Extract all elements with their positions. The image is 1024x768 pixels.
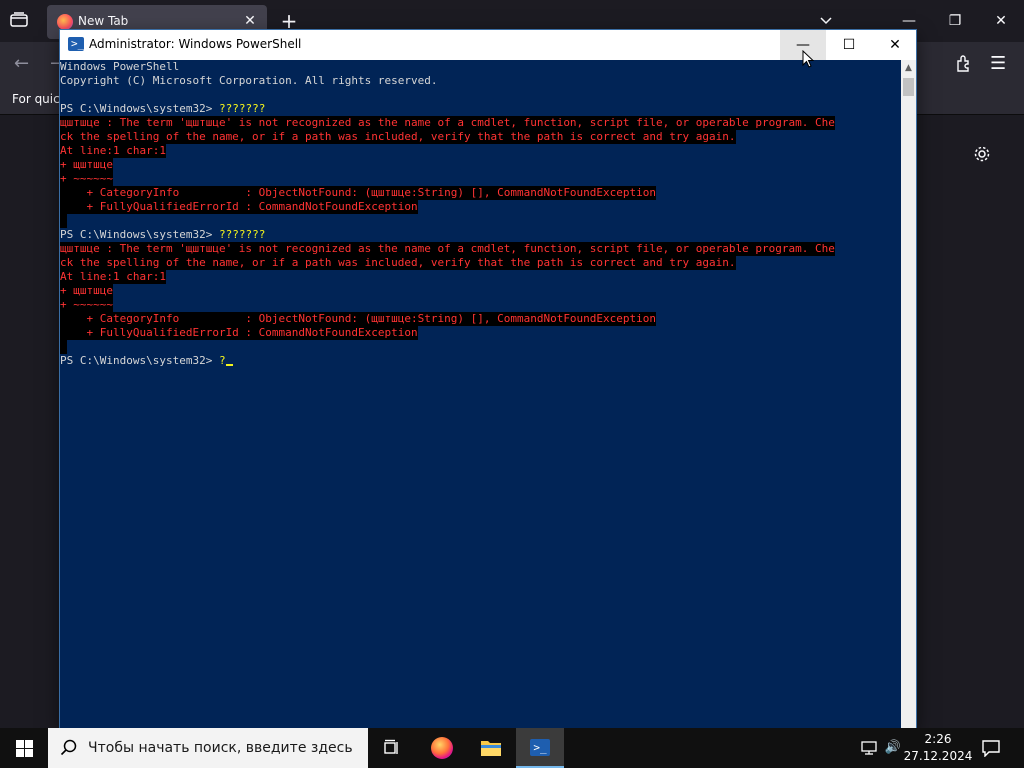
console-line: + щштшце — [60, 158, 901, 172]
console-line: + CategoryInfo : ObjectNotFound: (щштшце… — [60, 186, 901, 200]
error-text — [60, 340, 67, 354]
forward-arrow-icon[interactable]: → — [50, 54, 60, 74]
close-button[interactable]: ✕ — [872, 30, 918, 60]
command-text: ? — [218, 354, 226, 367]
new-tab-button[interactable]: + — [278, 10, 300, 32]
search-placeholder: Чтобы начать поиск, введите здесь — [88, 740, 353, 756]
taskbar-clock[interactable]: 2:26 27.12.2024 — [903, 731, 973, 765]
console-output[interactable]: Windows PowerShell Copyright (C) Microsof… — [60, 60, 901, 728]
console-line: + FullyQualifiedErrorId : CommandNotFoun… — [60, 326, 901, 340]
powershell-window: >_ Administrator: Windows PowerShell — ☐… — [60, 30, 916, 728]
task-view-button[interactable] — [368, 728, 416, 768]
hamburger-menu-icon[interactable]: ☰ — [990, 54, 1010, 74]
error-text: + ~~~~~~ — [60, 172, 113, 186]
powershell-taskbar-icon: >_ — [530, 739, 550, 756]
console-line: щштшце : The term 'щштшце' is not recogn… — [60, 242, 901, 256]
console-line: + ~~~~~~ — [60, 298, 901, 312]
bookmarks-hint-text: For quick — [12, 92, 67, 106]
window-title: Administrator: Windows PowerShell — [89, 37, 302, 51]
scrollbar-thumb[interactable] — [903, 78, 914, 96]
error-text: + CategoryInfo : ObjectNotFound: (щштшце… — [60, 186, 657, 200]
maximize-button[interactable]: ☐ — [826, 30, 872, 60]
error-text: ck the spelling of the name, or if a pat… — [60, 256, 736, 270]
error-text: + FullyQualifiedErrorId : CommandNotFoun… — [60, 326, 418, 340]
firefox-favicon-icon — [57, 14, 73, 30]
command-text: ??????? — [218, 228, 266, 241]
text-cursor — [225, 364, 233, 366]
back-arrow-icon[interactable]: ← — [14, 54, 34, 74]
firefox-taskbar-button[interactable] — [418, 728, 466, 768]
console-line: At line:1 char:1 — [60, 144, 901, 158]
powershell-title-bar[interactable]: >_ Administrator: Windows PowerShell — ☐… — [60, 30, 916, 60]
prompt-text: PS C:\Windows\system32> — [60, 228, 219, 241]
notification-center-icon[interactable] — [982, 739, 1000, 758]
console-line: At line:1 char:1 — [60, 270, 901, 284]
extensions-icon[interactable] — [955, 54, 975, 74]
error-text — [60, 214, 67, 228]
settings-gear-icon[interactable] — [973, 145, 993, 165]
console-line — [60, 340, 901, 354]
powershell-icon: >_ — [68, 37, 84, 51]
console-line: Windows PowerShell — [60, 60, 180, 73]
console-line: + ~~~~~~ — [60, 172, 901, 186]
start-button[interactable] — [0, 728, 48, 768]
console-line: PS C:\Windows\system32> ??????? — [60, 228, 901, 242]
console-line: ck the spelling of the name, or if a pat… — [60, 130, 901, 144]
console-line: PS C:\Windows\system32> ? — [60, 354, 901, 368]
error-text: + ~~~~~~ — [60, 298, 113, 312]
tab-title: New Tab — [78, 14, 129, 28]
prompt-text: PS C:\Windows\system32> — [60, 354, 219, 367]
clock-date: 27.12.2024 — [903, 749, 973, 763]
error-text: At line:1 char:1 — [60, 270, 166, 284]
scroll-up-arrow-icon[interactable]: ▲ — [901, 60, 916, 76]
file-explorer-taskbar-button[interactable] — [467, 728, 515, 768]
console-line — [60, 214, 901, 228]
volume-icon[interactable]: 🔊 — [884, 740, 902, 756]
console-line: Copyright (C) Microsoft Corporation. All… — [60, 74, 438, 87]
mouse-pointer-icon — [802, 50, 814, 68]
clock-time: 2:26 — [924, 732, 952, 746]
error-text: ck the spelling of the name, or if a pat… — [60, 130, 736, 144]
firefox-close-button[interactable]: ✕ — [978, 0, 1024, 42]
console-line: PS C:\Windows\system32> ??????? — [60, 102, 901, 116]
error-text: + CategoryInfo : ObjectNotFound: (щштшце… — [60, 312, 657, 326]
search-icon — [60, 739, 78, 757]
error-text: + FullyQualifiedErrorId : CommandNotFoun… — [60, 200, 418, 214]
firefox-restore-button[interactable]: ❐ — [932, 0, 978, 42]
prompt-text: PS C:\Windows\system32> — [60, 102, 219, 115]
console-line: ck the spelling of the name, or if a pat… — [60, 256, 901, 270]
error-text: At line:1 char:1 — [60, 144, 166, 158]
console-line: щштшце : The term 'щштшце' is not recogn… — [60, 116, 901, 130]
windows-taskbar: Чтобы начать поиск, введите здесь >_ 🔊 2… — [0, 728, 1024, 768]
command-text: ??????? — [218, 102, 266, 115]
error-text: щштшце : The term 'щштшце' is not recogn… — [60, 116, 835, 130]
firefox-icon — [431, 737, 453, 759]
console-line: + щштшце — [60, 284, 901, 298]
folder-icon — [481, 741, 501, 756]
console-line: + CategoryInfo : ObjectNotFound: (щштшце… — [60, 312, 901, 326]
error-text: + щштшце — [60, 284, 113, 298]
windows-logo-icon — [16, 740, 33, 757]
taskbar-search-box[interactable]: Чтобы начать поиск, введите здесь — [48, 728, 368, 768]
error-text: + щштшце — [60, 158, 113, 172]
console-line: + FullyQualifiedErrorId : CommandNotFoun… — [60, 200, 901, 214]
firefox-view-icon[interactable] — [10, 12, 30, 30]
powershell-taskbar-button[interactable]: >_ — [516, 728, 564, 768]
list-all-tabs-chevron-icon[interactable] — [818, 12, 834, 28]
error-text: щштшце : The term 'щштшце' is not recogn… — [60, 242, 835, 256]
network-icon[interactable] — [860, 740, 878, 756]
console-scrollbar[interactable]: ▲ — [901, 60, 916, 728]
tab-close-icon[interactable]: ✕ — [241, 12, 259, 30]
task-view-icon — [384, 739, 398, 754]
